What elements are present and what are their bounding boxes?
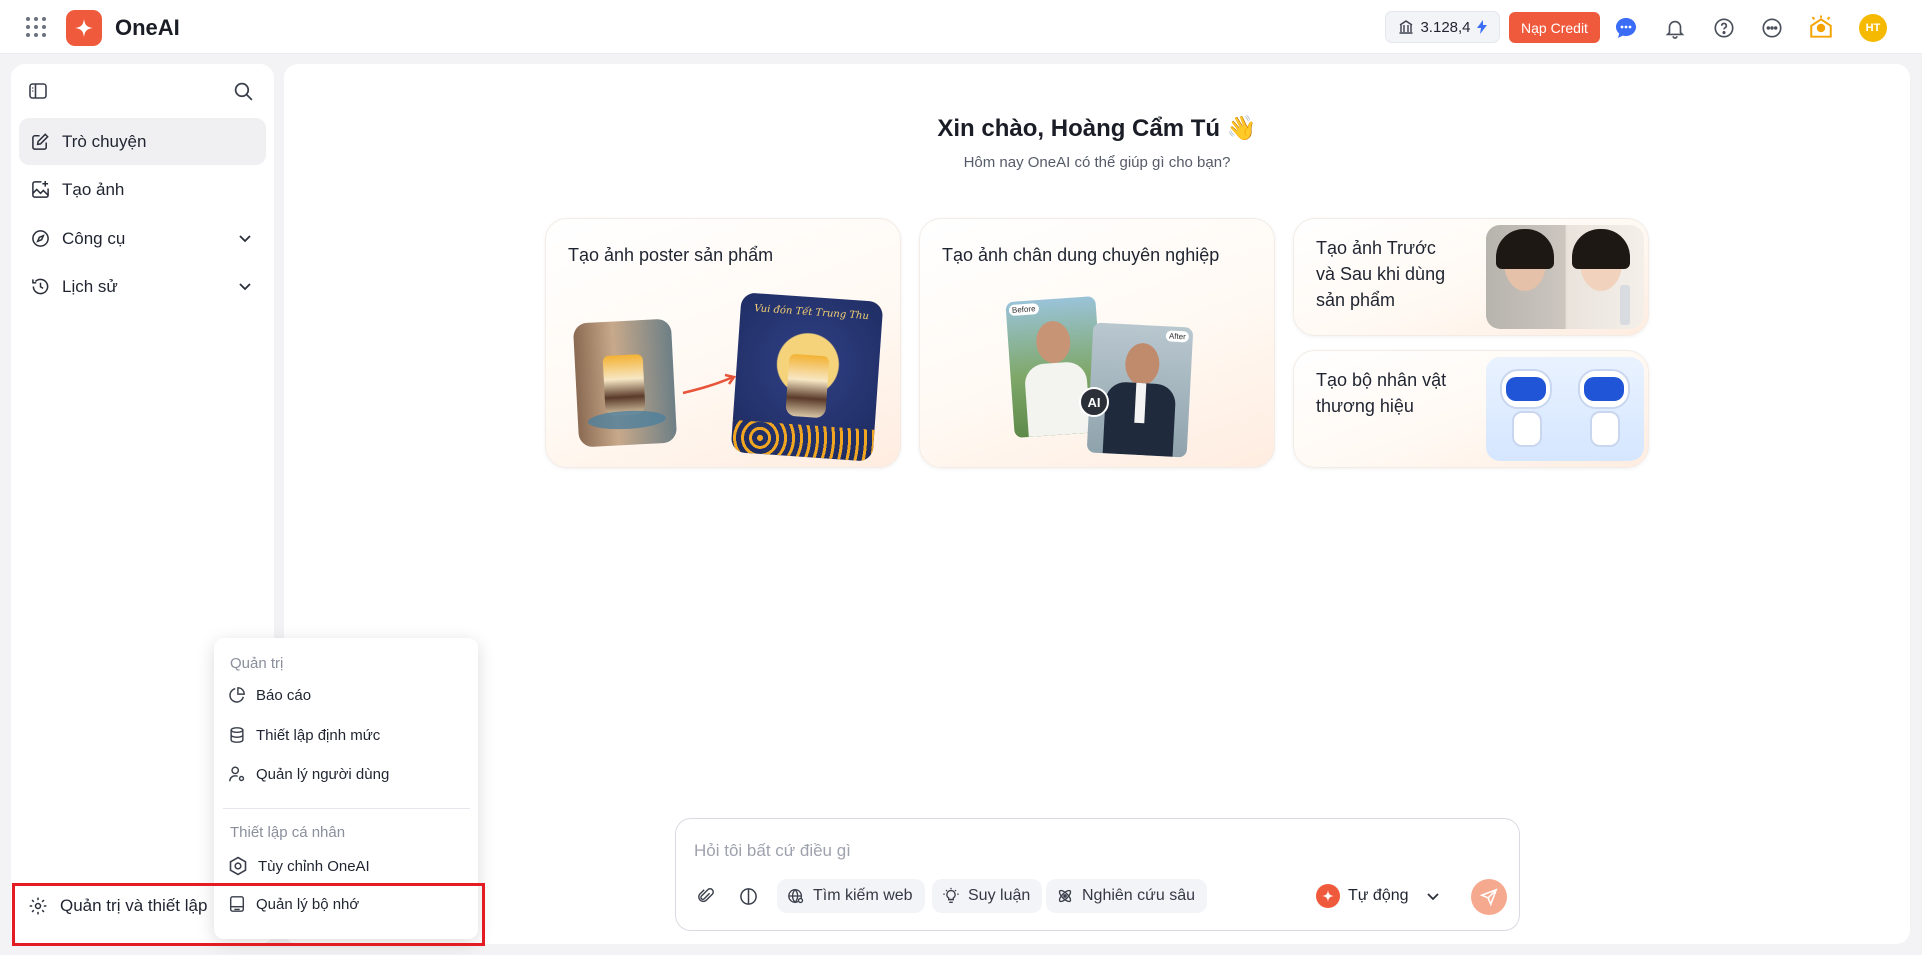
card-title: Tạo ảnh Trước và Sau khi dùng sản phẩm <box>1316 238 1446 310</box>
bank-icon <box>1398 19 1414 35</box>
greeting-subtitle: Hôm nay OneAI có thể giúp gì cho bạn? <box>963 154 1231 171</box>
chat-input[interactable]: Hỏi tôi bất cứ điều gì <box>694 841 851 861</box>
brand-mascot-image <box>1486 357 1644 461</box>
lightning-icon <box>1476 20 1487 34</box>
send-icon <box>1480 888 1498 906</box>
model-label: Tự động <box>1348 887 1409 904</box>
chip-label: Suy luận <box>968 887 1031 904</box>
menu-item-quota-settings[interactable]: Thiết lập định mức <box>228 726 380 744</box>
send-button[interactable] <box>1471 879 1507 915</box>
compass-icon <box>31 229 50 248</box>
history-icon <box>31 277 50 296</box>
image-plus-icon <box>31 180 50 199</box>
oneai-logo[interactable] <box>66 10 102 46</box>
web-search-chip[interactable]: Tìm kiếm web <box>777 879 925 913</box>
menu-section-personal: Thiết lập cá nhân <box>230 824 346 841</box>
card-brand-characters[interactable]: Tạo bộ nhân vật thương hiệu <box>1293 350 1649 468</box>
arrow-right-icon <box>681 371 739 397</box>
pie-chart-icon <box>228 686 246 704</box>
menu-item-report[interactable]: Báo cáo <box>228 686 311 704</box>
gift-notice-icon[interactable] <box>1806 13 1836 43</box>
atom-icon <box>1056 887 1074 905</box>
card-title: Tạo ảnh chân dung chuyên nghiệp <box>942 245 1220 265</box>
sidebar-item-chat[interactable]: Trò chuyện <box>19 118 266 165</box>
split-view-icon[interactable] <box>731 879 765 913</box>
card-title: Tạo ảnh poster sản phẩm <box>568 245 774 265</box>
menu-item-customize-oneai[interactable]: Tùy chỉnh OneAI <box>228 856 370 876</box>
menu-item-label: Quản lý người dùng <box>256 765 390 783</box>
menu-divider <box>223 808 470 809</box>
greeting-title: Xin chào, Hoàng Cẩm Tú 👋 <box>937 115 1257 142</box>
nap-credit-button[interactable]: Nạp Credit <box>1509 12 1600 43</box>
ai-badge: AI <box>1079 387 1109 417</box>
main-panel: Xin chào, Hoàng Cẩm Tú 👋 Hôm nay OneAI c… <box>284 64 1910 944</box>
chevron-down-icon[interactable] <box>237 278 253 294</box>
card-product-poster[interactable]: Tạo ảnh poster sản phẩm Vui đón Tết Trun… <box>545 218 901 468</box>
credit-value: 3.128,4 <box>1420 18 1471 36</box>
chevron-down-icon <box>1425 888 1441 904</box>
admin-settings-menu: Quản trị Báo cáo Thiết lập định mức Quản… <box>214 638 478 939</box>
product-poster-after: Vui đón Tết Trung Thu <box>730 292 884 462</box>
sidebar-item-tools[interactable]: Công cụ <box>19 215 266 262</box>
menu-item-label: Thiết lập định mức <box>256 726 381 744</box>
sidebar-item-create-image[interactable]: Tạo ảnh <box>19 166 266 213</box>
chat-bubble-icon[interactable] <box>1612 14 1640 42</box>
sidebar-item-label: Công cụ <box>62 228 126 248</box>
bell-icon[interactable] <box>1661 14 1689 42</box>
menu-item-label: Tùy chỉnh OneAI <box>258 857 370 875</box>
oneai-sparkle-icon <box>1316 884 1340 908</box>
app-name: OneAI <box>115 15 180 40</box>
card-professional-portrait[interactable]: Tạo ảnh chân dung chuyên nghiệp Before A… <box>919 218 1275 468</box>
sidebar-item-label: Lịch sử <box>62 276 118 296</box>
search-icon[interactable] <box>233 81 254 102</box>
user-settings-icon <box>228 765 246 783</box>
menu-item-label: Quản lý bộ nhớ <box>256 895 360 913</box>
admin-settings-button[interactable]: Quản trị và thiết lập <box>14 884 207 928</box>
hexagon-settings-icon <box>228 856 248 876</box>
memory-icon <box>228 895 246 913</box>
database-icon <box>228 726 246 744</box>
top-bar: OneAI 3.128,4 Nạp Credit HT <box>0 0 1922 54</box>
more-icon[interactable] <box>1758 14 1786 42</box>
sidebar-toggle-icon[interactable] <box>28 81 48 101</box>
menu-section-admin: Quản trị <box>230 655 284 672</box>
apps-grid-icon[interactable] <box>25 16 47 38</box>
card-title: Tạo bộ nhân vật thương hiệu <box>1316 370 1447 416</box>
globe-icon <box>787 887 805 905</box>
lightbulb-icon <box>942 887 960 905</box>
after-label: After <box>1165 330 1190 343</box>
paperclip-icon[interactable] <box>689 879 723 913</box>
sidebar-item-history[interactable]: Lịch sử <box>19 263 266 310</box>
before-label: Before <box>1008 303 1039 317</box>
gear-icon <box>28 896 48 916</box>
chip-label: Nghiên cứu sâu <box>1082 887 1195 904</box>
sidebar-item-label: Tạo ảnh <box>62 179 125 199</box>
deep-research-chip[interactable]: Nghiên cứu sâu <box>1046 879 1207 913</box>
menu-item-label: Báo cáo <box>256 686 312 704</box>
chevron-down-icon[interactable] <box>237 230 253 246</box>
chip-label: Tìm kiếm web <box>813 887 913 904</box>
menu-item-memory-management[interactable]: Quản lý bộ nhớ <box>228 895 359 913</box>
before-after-photo <box>1486 225 1644 329</box>
user-avatar[interactable]: HT <box>1859 14 1887 42</box>
admin-settings-label: Quản trị và thiết lập <box>60 896 208 915</box>
model-selector[interactable]: Tự động <box>1316 879 1441 913</box>
menu-item-user-management[interactable]: Quản lý người dùng <box>228 765 389 783</box>
poster-text: Vui đón Tết Trung Thu <box>753 303 870 323</box>
edit-icon <box>31 132 50 151</box>
chat-input-box[interactable]: Hỏi tôi bất cứ điều gì Tìm kiếm web Suy … <box>675 818 1520 931</box>
help-icon[interactable] <box>1710 14 1738 42</box>
card-before-after[interactable]: Tạo ảnh Trước và Sau khi dùng sản phẩm <box>1293 218 1649 336</box>
credit-balance[interactable]: 3.128,4 <box>1385 11 1500 43</box>
product-photo-before <box>572 318 678 448</box>
reasoning-chip[interactable]: Suy luận <box>932 879 1043 913</box>
sidebar-item-label: Trò chuyện <box>62 131 147 151</box>
